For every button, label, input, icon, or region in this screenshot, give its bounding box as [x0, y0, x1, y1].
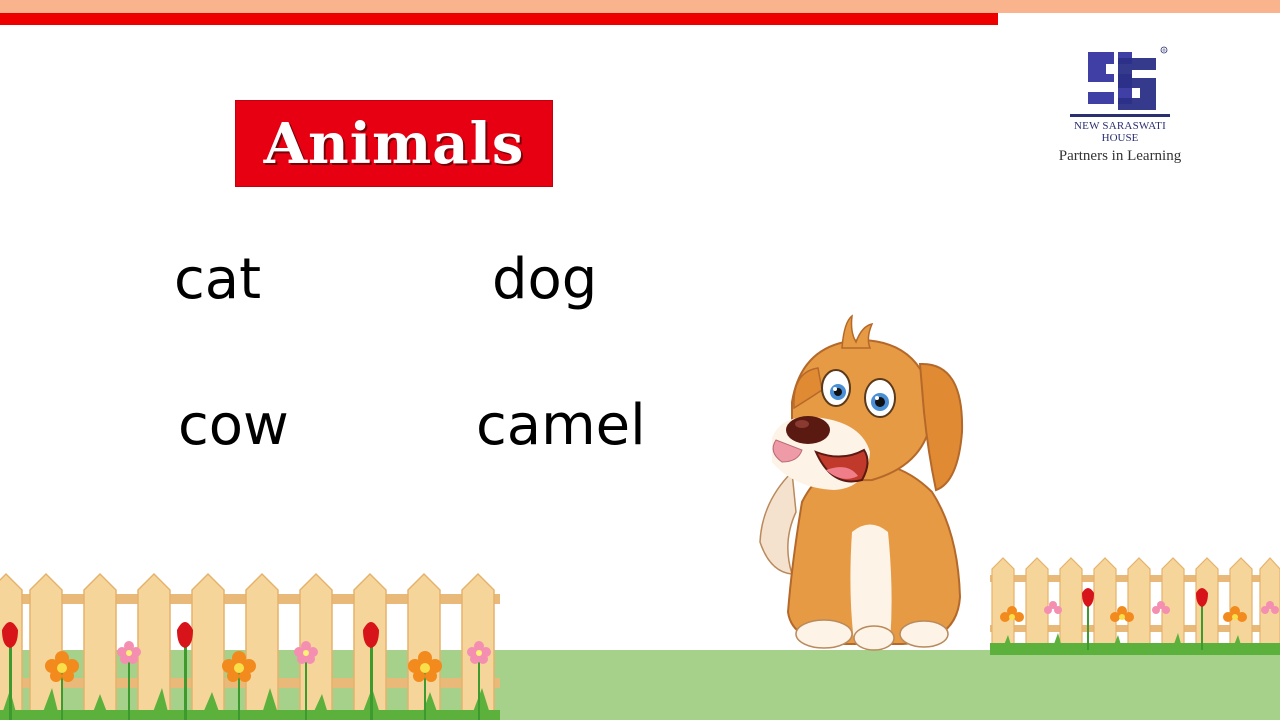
word-cow: cow	[178, 393, 289, 458]
word-camel: camel	[476, 393, 646, 458]
word-dog: dog	[492, 247, 598, 312]
dog-illustration	[759, 314, 964, 651]
logo-line1: NEW SARASWATI	[1074, 120, 1166, 132]
logo-line2: HOUSE	[1101, 132, 1139, 144]
publisher-logo: ® NEW SARASWATI HOUSE Partners in Learni…	[1040, 44, 1210, 174]
picket-fence-icon	[0, 572, 500, 720]
picket-fence-right	[990, 557, 1280, 655]
page-title: Animals	[263, 110, 525, 177]
nsh-logo-icon: ®	[1070, 44, 1170, 120]
top-accent-bar	[0, 0, 1280, 13]
logo-tagline: Partners in Learning	[1058, 148, 1182, 164]
registered-mark: ®	[1162, 48, 1166, 53]
title-banner: Animals	[235, 100, 553, 187]
top-red-bar	[0, 13, 998, 25]
word-cat: cat	[174, 247, 262, 312]
